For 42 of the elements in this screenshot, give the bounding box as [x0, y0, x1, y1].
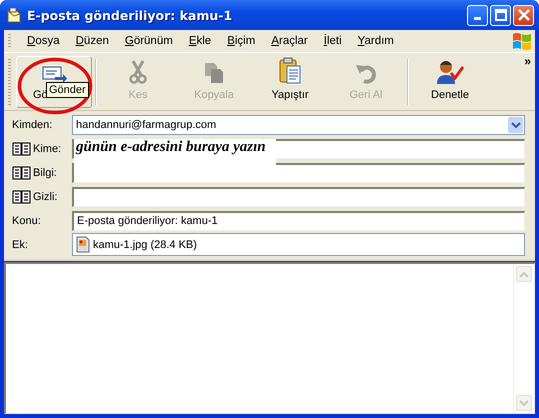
field-label: Ek: [12, 238, 28, 250]
input-field[interactable]: E-posta gönderiliyor: kamu-1 [72, 210, 525, 230]
window-title: E-posta gönderiliyor: kamu-1 [27, 8, 234, 22]
field-label: Konu: [12, 214, 41, 226]
scissors-icon [128, 58, 148, 84]
menu-item[interactable]: Görünüm [116, 35, 181, 47]
menu-item[interactable]: Düzen [68, 35, 117, 47]
clipboard-icon [278, 56, 302, 84]
close-icon [518, 9, 530, 21]
address-book-icon [12, 165, 31, 180]
menu-item[interactable]: Araçlar [263, 35, 316, 47]
envelope-icon [6, 7, 22, 23]
sender-dropdown[interactable]: handannuri@farmagrup.com [72, 114, 525, 134]
minimize-icon [474, 17, 481, 20]
input-field[interactable] [72, 186, 525, 206]
field-label: Gizli: [33, 190, 58, 202]
toolbar-button[interactable]: Yapıştır [252, 56, 328, 108]
attachment-name: kamu-1.jpg (28.4 KB) [93, 238, 197, 250]
close-button[interactable] [513, 4, 534, 26]
field-label: Kime: [33, 142, 62, 154]
field-label: Kimden: [12, 118, 52, 130]
maximize-icon [494, 9, 506, 21]
menu-item[interactable]: Dosya [19, 35, 68, 47]
attachment-field[interactable]: kamu-1.jpg (28.4 KB) [72, 233, 525, 256]
copy-icon [203, 60, 225, 84]
menu-item[interactable]: Ekle [180, 35, 220, 47]
minimize-button[interactable] [467, 4, 488, 26]
person-check-icon [436, 58, 464, 84]
maximize-button[interactable] [490, 4, 511, 26]
instruction-tooltip: günün e-adresini buraya yazın [74, 139, 276, 166]
image-file-icon [76, 236, 90, 253]
address-book-icon [12, 189, 31, 204]
input-field[interactable] [72, 162, 525, 182]
address-book-icon [12, 141, 31, 156]
tooltip: Gönder [46, 82, 89, 98]
toolbar-button[interactable]: Denetle [412, 56, 488, 108]
menu-item[interactable]: Biçim [219, 35, 264, 47]
menu-item[interactable]: Yardım [350, 35, 402, 47]
toolbar-overflow[interactable]: » [524, 54, 531, 68]
windows-flag-icon [511, 31, 533, 51]
menu-item[interactable]: İleti [316, 35, 350, 47]
field-label: Bilgi: [33, 166, 57, 178]
